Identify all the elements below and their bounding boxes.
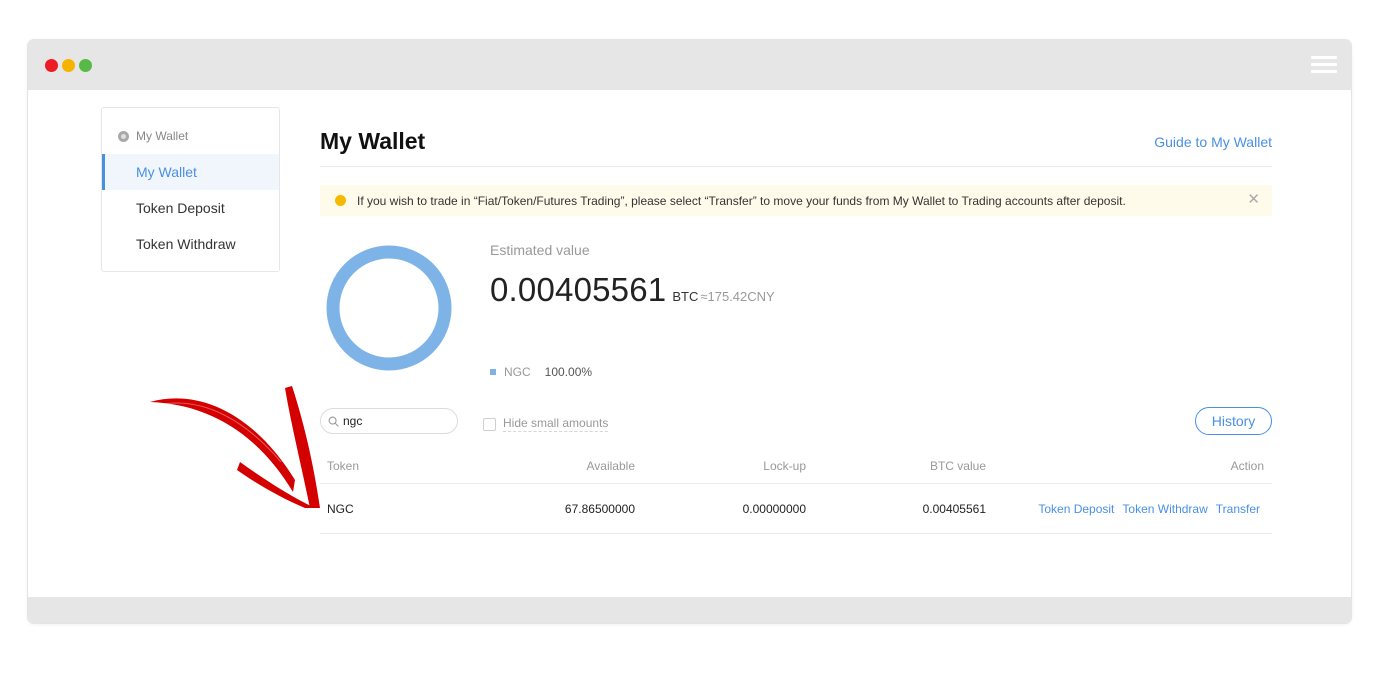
page-title: My Wallet (320, 128, 426, 154)
sidebar-header-label: My Wallet (136, 129, 189, 143)
estimated-value-row: 0.00405561 BTC ≈175.42CNY (490, 271, 775, 309)
window-footer-bar (28, 597, 1351, 623)
sidebar-item-my-wallet[interactable]: My Wallet (102, 154, 279, 190)
title-divider (320, 166, 1272, 167)
allocation-donut-chart (326, 245, 452, 371)
table-cell-lockup: 0.00000000 (742, 502, 806, 516)
page-content: My Wallet My Wallet Token Deposit Token … (28, 90, 1351, 597)
allocation-legend: NGC 100.00% (490, 365, 592, 379)
hide-small-amounts-toggle[interactable]: Hide small amounts (483, 416, 609, 432)
maximize-window-dot-icon[interactable] (79, 59, 92, 72)
hide-small-amounts-checkbox[interactable] (483, 417, 496, 431)
column-header-available: Available (586, 459, 635, 473)
column-header-btc-value: BTC value (929, 459, 986, 473)
table-cell-btc-value: 0.00405561 (922, 502, 986, 516)
token-withdraw-link[interactable]: Token Withdraw (1122, 502, 1207, 516)
hamburger-menu-icon[interactable] (1311, 56, 1337, 74)
estimated-value-unit: BTC (672, 289, 699, 304)
column-header-token: Token (327, 459, 360, 473)
sidebar-header: My Wallet (118, 128, 188, 144)
minimize-window-dot-icon[interactable] (62, 59, 75, 72)
search-input[interactable] (343, 414, 443, 428)
table-row-divider (320, 533, 1272, 534)
table-cell-token: NGC (327, 502, 354, 516)
estimated-value: 0.00405561 (490, 271, 667, 308)
legend-swatch (490, 369, 496, 375)
red-arrow-icon (150, 386, 320, 508)
close-icon[interactable]: ✕ (1247, 192, 1260, 208)
table-cell-available: 67.86500000 (564, 502, 635, 516)
token-deposit-link[interactable]: Token Deposit (1038, 502, 1114, 516)
close-window-dot-icon[interactable] (45, 59, 58, 72)
estimated-value-label: Estimated value (490, 242, 590, 258)
hide-small-amounts-label[interactable]: Hide small amounts (503, 416, 609, 432)
search-box[interactable] (320, 408, 458, 434)
column-header-lockup: Lock-up (763, 459, 806, 473)
legend-token-percent: 100.00% (544, 365, 593, 379)
transfer-link[interactable]: Transfer (1216, 502, 1260, 516)
window-titlebar (28, 40, 1351, 90)
sidebar: My Wallet My Wallet Token Deposit Token … (101, 107, 280, 272)
sidebar-item-token-withdraw[interactable]: Token Withdraw (102, 226, 279, 262)
legend-token-name: NGC (504, 365, 531, 379)
wallet-icon (118, 130, 129, 142)
notice-dot-icon (335, 195, 346, 206)
column-header-action: Action (1230, 459, 1264, 473)
notice-text: If you wish to trade in “Fiat/Token/Futu… (357, 193, 1126, 208)
browser-window: My Wallet My Wallet Token Deposit Token … (28, 40, 1351, 623)
estimated-fiat-value: ≈175.42CNY (700, 289, 775, 304)
history-button[interactable]: History (1195, 407, 1272, 435)
guide-link[interactable]: Guide to My Wallet (1154, 134, 1272, 150)
table-row-actions: Token Deposit Token Withdraw Transfer (1030, 502, 1260, 516)
donut-segment-ngc (326, 245, 452, 371)
sidebar-item-token-deposit[interactable]: Token Deposit (102, 190, 279, 226)
table-header-divider (320, 483, 1272, 484)
notice-banner: If you wish to trade in “Fiat/Token/Futu… (320, 185, 1272, 216)
